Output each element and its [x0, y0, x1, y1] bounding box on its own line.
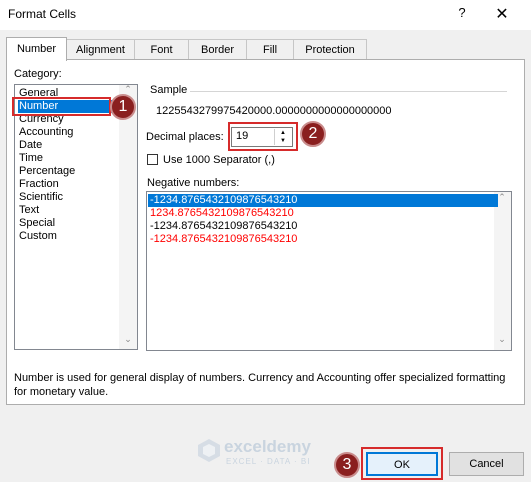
category-item-text[interactable]: Text — [18, 204, 115, 217]
category-item-fraction[interactable]: Fraction — [18, 178, 115, 191]
category-item-scientific[interactable]: Scientific — [18, 191, 115, 204]
negative-option-2[interactable]: 1234.8765432109876543210 — [148, 207, 498, 220]
negative-option-3[interactable]: -1234.8765432109876543210 — [148, 220, 498, 233]
sample-label: Sample — [150, 84, 188, 96]
negative-option-1[interactable]: -1234.8765432109876543210 — [148, 194, 498, 207]
decimal-highlight-box — [228, 122, 298, 151]
callout-2: 2 — [300, 121, 326, 147]
category-item-date[interactable]: Date — [18, 139, 115, 152]
decimal-places-label: Decimal places: — [146, 131, 224, 143]
category-item-custom[interactable]: Custom — [18, 230, 115, 243]
category-label: Category: — [14, 68, 62, 80]
format-description: Number is used for general display of nu… — [14, 372, 506, 398]
ok-highlight-box — [361, 447, 443, 480]
tab-font[interactable]: Font — [134, 39, 189, 59]
callout-3: 3 — [334, 452, 360, 478]
tab-alignment[interactable]: Alignment — [66, 39, 135, 59]
tab-fill[interactable]: Fill — [246, 39, 294, 59]
scroll-down-icon[interactable]: ⌄ — [121, 334, 135, 345]
tab-protection[interactable]: Protection — [293, 39, 367, 59]
category-item-percentage[interactable]: Percentage — [18, 165, 115, 178]
callout-1: 1 — [110, 94, 136, 120]
watermark-name: exceldemy — [224, 437, 311, 456]
exceldemy-logo-icon — [196, 437, 222, 463]
help-icon[interactable]: ? — [452, 5, 472, 25]
tab-number[interactable]: Number — [6, 37, 67, 61]
category-item-accounting[interactable]: Accounting — [18, 126, 115, 139]
thousand-separator-checkbox[interactable] — [147, 154, 158, 165]
sample-value: 1225543279975420000.0000000000000000000 — [156, 105, 392, 117]
sample-divider — [190, 91, 507, 92]
tab-border[interactable]: Border — [188, 39, 247, 59]
thousand-separator-label[interactable]: Use 1000 Separator (,) — [163, 154, 275, 166]
category-item-time[interactable]: Time — [18, 152, 115, 165]
watermark-tagline: EXCEL · DATA · BI — [226, 457, 311, 466]
close-icon[interactable]: ✕ — [490, 4, 514, 26]
neg-scroll-down-icon[interactable]: ⌄ — [495, 334, 509, 345]
cancel-button[interactable]: Cancel — [449, 452, 524, 476]
negative-numbers-label: Negative numbers: — [147, 177, 240, 189]
category-scrollbar[interactable] — [119, 85, 137, 349]
number-highlight-box — [12, 97, 111, 116]
category-item-special[interactable]: Special — [18, 217, 115, 230]
negative-option-4[interactable]: -1234.8765432109876543210 — [148, 233, 498, 246]
window-title: Format Cells — [8, 7, 77, 21]
